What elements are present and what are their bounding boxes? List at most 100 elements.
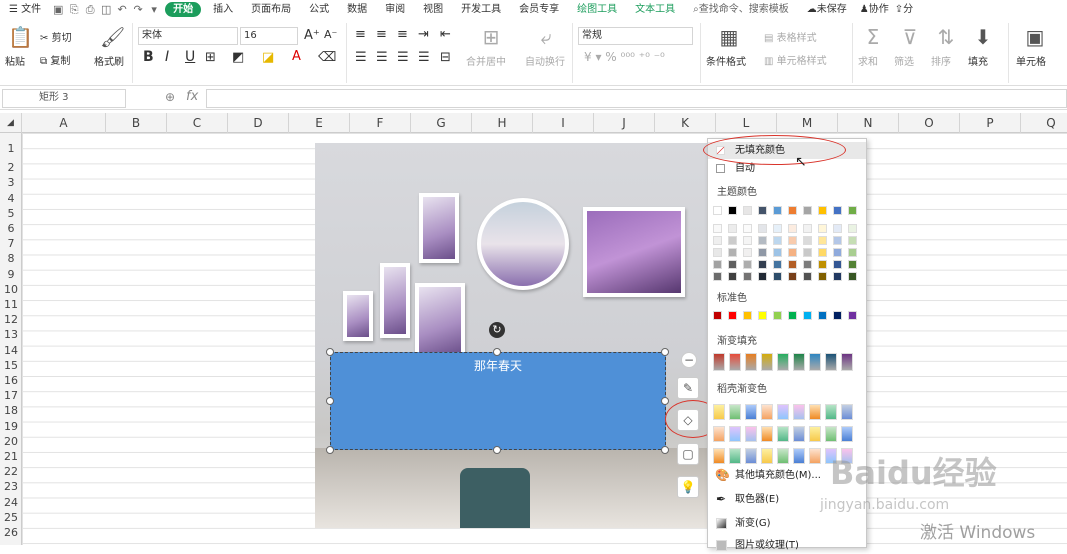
daoke-gradient-swatch[interactable] [729,448,741,464]
column-header-b[interactable]: B [106,113,167,133]
daoke-gradient-swatch[interactable] [745,426,757,442]
resize-handle[interactable] [493,348,501,356]
theme-shade-swatch[interactable] [743,248,752,257]
theme-shade-swatch[interactable] [803,272,812,281]
theme-shade-swatch[interactable] [758,236,767,245]
column-header-k[interactable]: K [655,113,716,133]
justify-icon[interactable]: ☰ [418,50,430,65]
fx-icon[interactable]: fx [186,89,198,104]
cut-button[interactable]: ✂ 剪切 [40,29,72,44]
daoke-gradient-swatch[interactable] [793,404,805,420]
print-icon[interactable]: ⎙ [82,3,98,17]
shape-text[interactable]: 那年春天 [331,357,665,374]
share-button[interactable]: ⇪分 [893,0,915,19]
column-header-n[interactable]: N [838,113,899,133]
select-all-corner[interactable]: ◢ [0,113,22,133]
theme-shade-swatch[interactable] [803,224,812,233]
standard-color-swatch[interactable] [803,311,812,320]
distribute-icon[interactable]: ⊟ [440,50,451,65]
theme-shade-swatch[interactable] [803,236,812,245]
theme-shade-swatch[interactable] [818,272,827,281]
align-middle-icon[interactable]: ≡ [376,27,387,42]
column-header-j[interactable]: J [594,113,655,133]
indent-icon[interactable]: ⇤ [440,27,451,42]
number-format-select[interactable]: 常规 [578,27,693,45]
resize-handle[interactable] [326,348,334,356]
theme-shade-swatch[interactable] [788,236,797,245]
tab-formulas[interactable]: 公式 [300,0,338,19]
column-header-g[interactable]: G [411,113,472,133]
theme-color-swatch[interactable] [833,206,842,215]
theme-color-swatch[interactable] [758,206,767,215]
rectangle-shape[interactable]: 那年春天 [330,352,666,450]
zoom-icon[interactable]: ⊕ [165,90,175,104]
daoke-gradient-swatch[interactable] [809,426,821,442]
column-header-h[interactable]: H [472,113,533,133]
align-right-icon[interactable]: ☰ [397,50,409,65]
daoke-gradient-swatch[interactable] [777,404,789,420]
daoke-gradient-swatch[interactable] [825,426,837,442]
theme-shade-swatch[interactable] [773,236,782,245]
theme-color-swatch[interactable] [848,206,857,215]
formula-input[interactable] [206,89,1067,108]
resize-handle[interactable] [326,446,334,454]
theme-shade-swatch[interactable] [788,272,797,281]
standard-color-swatch[interactable] [833,311,842,320]
collapse-icon[interactable]: − [681,352,697,368]
daoke-gradient-swatch[interactable] [713,448,725,464]
standard-color-swatch[interactable] [758,311,767,320]
undo-icon[interactable]: ↶ [114,3,130,16]
italic-button[interactable]: I [165,49,169,65]
quick-access-dropdown-icon[interactable]: ▾ [146,3,162,16]
gradient-fill-swatch[interactable] [841,353,853,371]
export-icon[interactable]: ⎘ [66,3,82,17]
font-shrink-icon[interactable]: A⁻ [324,28,337,41]
row-header-14[interactable]: 14 [0,343,22,358]
tab-data[interactable]: 数据 [338,0,376,19]
row-header-17[interactable]: 17 [0,388,22,403]
row-header-13[interactable]: 13 [0,327,22,342]
theme-shade-swatch[interactable] [758,224,767,233]
theme-shade-swatch[interactable] [713,248,722,257]
theme-shade-swatch[interactable] [728,248,737,257]
tab-developer[interactable]: 开发工具 [452,0,510,19]
resize-handle[interactable] [493,446,501,454]
gradient-fill-swatch[interactable] [745,353,757,371]
tab-page-layout[interactable]: 页面布局 [242,0,300,19]
copy-button[interactable]: ⧉ 复制 [40,52,70,67]
cells-button[interactable]: 单元格 [1016,53,1046,68]
font-name-select[interactable]: 宋体 [138,27,238,45]
row-header-22[interactable]: 22 [0,464,22,479]
daoke-gradient-swatch[interactable] [825,404,837,420]
align-top-icon[interactable]: ≡ [355,27,366,42]
theme-color-swatch[interactable] [818,206,827,215]
fill-color-icon[interactable]: ◪ [262,50,274,65]
format-painter-icon[interactable]: 🖌 [100,25,125,49]
orientation-icon[interactable]: ⇥ [418,27,429,42]
theme-shade-swatch[interactable] [773,248,782,257]
align-left-icon[interactable]: ☰ [355,50,367,65]
gradient-fill-swatch[interactable] [825,353,837,371]
row-header-8[interactable]: 8 [0,251,22,266]
row-header-19[interactable]: 19 [0,419,22,434]
tab-text-tools[interactable]: 文本工具 [626,0,684,19]
theme-shade-swatch[interactable] [818,224,827,233]
theme-shade-swatch[interactable] [758,272,767,281]
theme-shade-swatch[interactable] [833,224,842,233]
row-header-18[interactable]: 18 [0,403,22,418]
theme-shade-swatch[interactable] [728,224,737,233]
theme-color-swatch[interactable] [728,206,737,215]
theme-shade-swatch[interactable] [758,248,767,257]
row-header-12[interactable]: 12 [0,312,22,327]
theme-shade-swatch[interactable] [848,272,857,281]
rotate-icon[interactable]: ↻ [489,322,505,338]
column-header-p[interactable]: P [960,113,1021,133]
filter-icon[interactable]: ⊽ [899,25,921,49]
resize-handle[interactable] [661,348,669,356]
fill-button[interactable]: 填充 [968,53,988,68]
theme-shade-swatch[interactable] [803,248,812,257]
wrap-icon[interactable]: ⤶ [535,25,557,49]
theme-shade-swatch[interactable] [818,260,827,269]
gradient-fill-swatch[interactable] [761,353,773,371]
theme-shade-swatch[interactable] [833,260,842,269]
